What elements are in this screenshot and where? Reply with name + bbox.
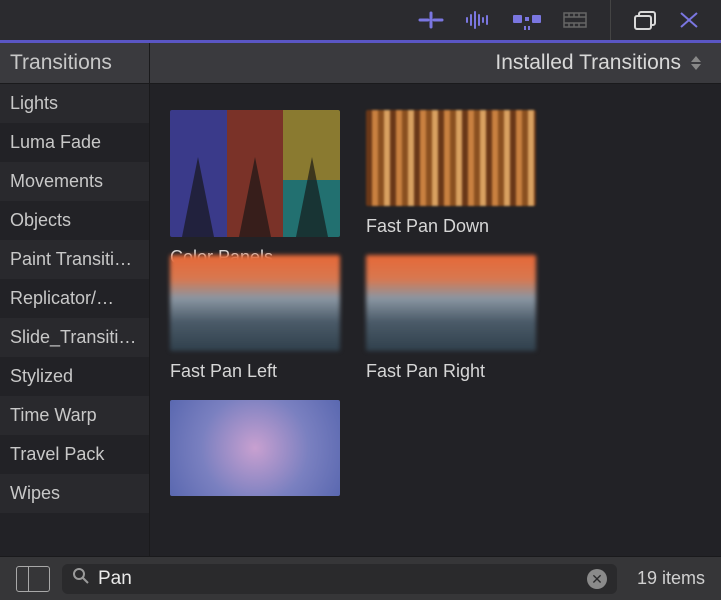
search-input[interactable]: [98, 568, 579, 590]
toolbar-group-window: [633, 10, 701, 30]
transition-color-panels[interactable]: Color Panels: [170, 110, 340, 237]
updown-icon: [691, 52, 705, 74]
browser-header: Transitions Installed Transitions: [0, 40, 721, 84]
item-count: 19 items: [629, 568, 705, 589]
waveform-icon[interactable]: [464, 10, 490, 30]
filter-dropdown-label: Installed Transitions: [495, 51, 681, 75]
transition-zoom[interactable]: [170, 400, 340, 506]
sidebar-item-objects[interactable]: Objects: [0, 201, 149, 240]
sidebar-item-paint-transitions[interactable]: Paint Transitions: [0, 240, 149, 279]
sidebar-item-movements[interactable]: Movements: [0, 162, 149, 201]
sidebar-item-lights[interactable]: Lights: [0, 84, 149, 123]
sidebar-title: Transitions: [0, 43, 150, 83]
filmstrip-icon[interactable]: [562, 10, 588, 30]
sidebar-item-slide-transitions[interactable]: Slide_Transitions: [0, 318, 149, 357]
window-icon[interactable]: [633, 10, 657, 30]
transitions-icon[interactable]: [512, 8, 542, 32]
toolbar: [0, 0, 721, 40]
layout-toggle-button[interactable]: [16, 566, 50, 592]
sidebar-item-time-warp[interactable]: Time Warp: [0, 396, 149, 435]
sidebar: Lights Luma Fade Movements Objects Paint…: [0, 84, 150, 556]
search-field[interactable]: ✕: [62, 564, 617, 594]
search-icon: [72, 567, 90, 590]
thumbnail: [366, 110, 536, 206]
transition-label: Fast Pan Down: [366, 216, 536, 237]
transition-fast-pan-left[interactable]: Fast Pan Left: [170, 255, 340, 382]
toolbar-group-edit: [418, 10, 490, 30]
share-icon[interactable]: [677, 10, 701, 30]
thumbnail: [170, 110, 340, 237]
clear-search-button[interactable]: ✕: [587, 569, 607, 589]
transition-fast-pan-down[interactable]: Fast Pan Down: [366, 110, 536, 237]
thumbnail: [366, 255, 536, 351]
ripple-icon[interactable]: [418, 10, 444, 30]
thumbnail: [170, 400, 340, 496]
toolbar-group-browser: [512, 8, 588, 32]
sidebar-item-travel-pack[interactable]: Travel Pack: [0, 435, 149, 474]
transition-label: Fast Pan Right: [366, 361, 536, 382]
sidebar-item-stylized[interactable]: Stylized: [0, 357, 149, 396]
toolbar-divider: [610, 0, 611, 40]
content-grid: Color Panels Fast Pan Down Fast Pan Left…: [150, 84, 721, 556]
transition-label: Fast Pan Left: [170, 361, 340, 382]
sidebar-item-luma-fade[interactable]: Luma Fade: [0, 123, 149, 162]
filter-dropdown[interactable]: Installed Transitions: [150, 51, 721, 75]
transition-fast-pan-right[interactable]: Fast Pan Right: [366, 255, 536, 382]
sidebar-item-replicator[interactable]: Replicator/…: [0, 279, 149, 318]
body-area: Lights Luma Fade Movements Objects Paint…: [0, 84, 721, 556]
sidebar-item-wipes[interactable]: Wipes: [0, 474, 149, 513]
thumbnail: [170, 255, 340, 351]
footer: ✕ 19 items: [0, 556, 721, 600]
